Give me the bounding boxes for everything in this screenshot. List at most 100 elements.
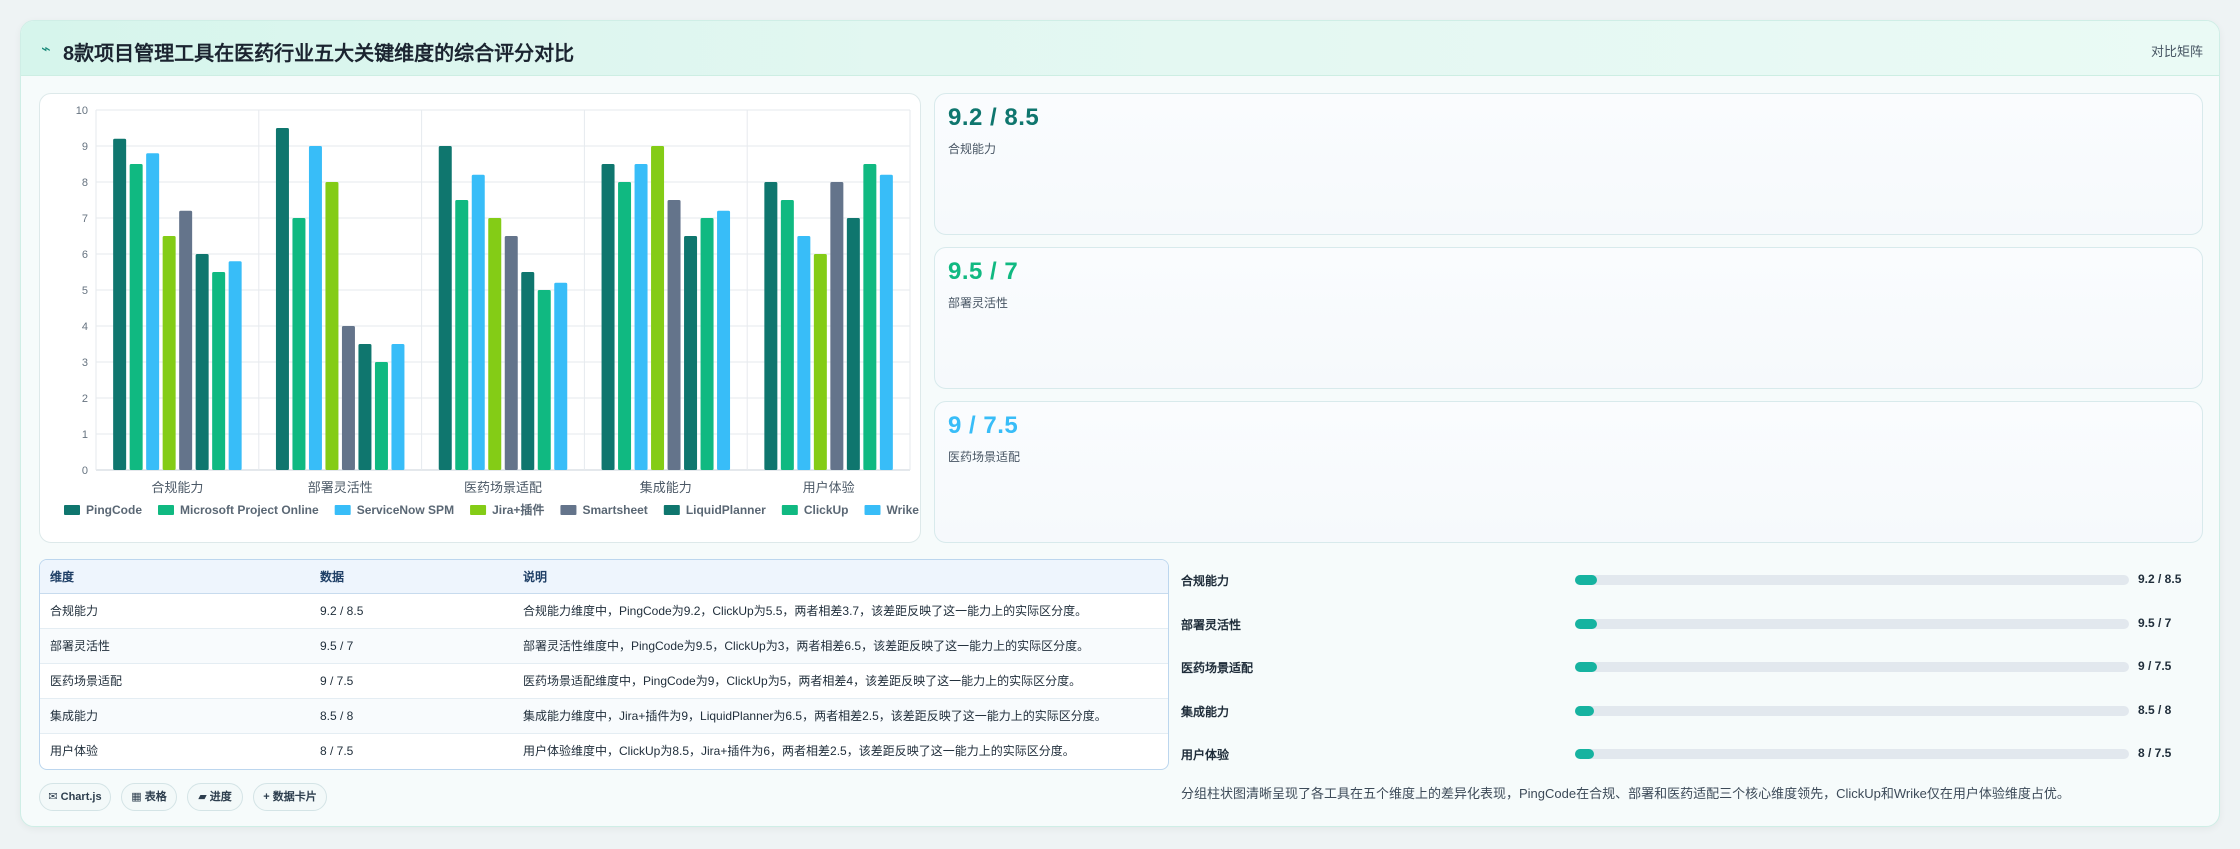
y-tick-label: 8 (82, 177, 88, 189)
bar (717, 210, 731, 471)
bar (275, 128, 289, 470)
y-tick-label: 9 (82, 141, 88, 153)
table-cell: 医药场景适配维度中，PingCode为9，ClickUp为5，两者相差4，该差距… (513, 663, 1168, 699)
progress-value: 9.5 / 7 (2138, 616, 2172, 630)
table-row: 部署灵活性 9.5 / 7 部署灵活性维度中，PingCode为9.5，Clic… (40, 628, 1168, 664)
table-cell: 集成能力维度中，Jira+插件为9，LiquidPlanner为6.5，两者相差… (513, 698, 1168, 734)
bar (521, 272, 535, 470)
progress-track (1575, 575, 2129, 585)
table-header-row: 维度 数据 说明 (40, 560, 1168, 594)
tag-chartjs[interactable]: ✉ Chart.js (39, 783, 111, 811)
bar (537, 290, 551, 470)
progress-track (1575, 749, 2129, 759)
table-cell: 合规能力 (40, 593, 310, 629)
kpi-value: 9.5 / 7 (948, 258, 1019, 285)
bar (651, 146, 665, 470)
kpi-value: 9 / 7.5 (948, 412, 1019, 439)
legend-label: PingCode (86, 503, 142, 517)
legend-label: LiquidPlanner (686, 503, 766, 517)
legend-swatch (158, 505, 174, 515)
table-cell: 8.5 / 8 (310, 698, 513, 734)
bar (667, 200, 681, 470)
progress-value: 9.2 / 8.5 (2138, 572, 2182, 586)
bar (374, 362, 388, 470)
y-tick-label: 7 (82, 213, 88, 225)
progress-value: 9 / 7.5 (2138, 659, 2172, 673)
table-row: 医药场景适配 9 / 7.5 医药场景适配维度中，PingCode为9，Clic… (40, 663, 1168, 699)
bar (684, 236, 698, 470)
tag-progress[interactable]: ▰ 进度 (187, 783, 243, 811)
table-cell: 9 / 7.5 (310, 663, 513, 699)
bar (292, 218, 306, 470)
kpi-card-pharma-fit: 9 / 7.5 医药场景适配 (934, 401, 2203, 543)
card-header: ⌁ 8款项目管理工具在医药行业五大关键维度的综合评分对比 对比矩阵 (21, 21, 2219, 76)
bar (504, 236, 518, 470)
summary-text: 分组柱状图清晰呈现了各工具在五个维度上的差异化表现，PingCode在合规、部署… (1181, 786, 2070, 801)
bar (228, 261, 242, 470)
bar (797, 236, 811, 470)
bar (471, 174, 485, 471)
table-cell: 部署灵活性 (40, 628, 310, 664)
column-header: 数据 (310, 560, 513, 594)
legend-swatch (334, 505, 351, 515)
x-tick-label: 医药场景适配 (464, 480, 542, 495)
legend-label: Jira+插件 (492, 502, 544, 517)
x-tick-label: 集成能力 (640, 480, 692, 495)
x-tick-label: 合规能力 (151, 480, 203, 495)
table-row: 合规能力 9.2 / 8.5 合规能力维度中，PingCode为9.2，Clic… (40, 593, 1168, 629)
bar (308, 146, 322, 470)
bar (846, 218, 860, 470)
progress-label: 医药场景适配 (1181, 661, 1254, 675)
legend-swatch (560, 505, 577, 515)
data-table: 维度 数据 说明 合规能力 9.2 / 8.5 合规能力维度中，PingCode… (39, 559, 1169, 770)
progress-value: 8 / 7.5 (2138, 746, 2172, 760)
legend-swatch (470, 505, 487, 515)
bar (601, 164, 615, 470)
y-tick-label: 0 (82, 465, 88, 477)
chart-icon: ⌁ (41, 41, 51, 58)
table-cell: 9.2 / 8.5 (310, 593, 513, 629)
bar (455, 200, 469, 470)
bar (700, 218, 714, 470)
bar (113, 138, 127, 471)
bar-chart-panel: 0 1 2 3 4 5 6 7 8 9 10 合规能力 部署灵活性 医药场景适配 集成能力 用户体验 PingC… (39, 93, 921, 543)
legend-swatch (64, 505, 80, 515)
bar (813, 254, 827, 470)
bar (358, 344, 372, 470)
bar (554, 282, 568, 470)
legend-label: ServiceNow SPM (357, 503, 454, 517)
progress-fill (1575, 619, 1598, 629)
table-cell: 8 / 7.5 (320, 743, 354, 758)
x-tick-label: 部署灵活性 (308, 480, 373, 495)
progress-value: 8.5 / 8 (2138, 703, 2172, 717)
page-title: 8款项目管理工具在医药行业五大关键维度的综合评分对比 (63, 43, 575, 65)
bar (146, 153, 160, 470)
progress-row-pharma-fit: 医药场景适配 9 / 7.5 (1181, 656, 2219, 676)
progress-fill (1575, 575, 1598, 585)
table-cell: 用户体验维度中，ClickUp为8.5，Jira+插件为6，两者相差2.5，该差… (523, 744, 1075, 759)
bar-chart: 0 1 2 3 4 5 6 7 8 9 10 合规能力 部署灵活性 医药场景适配 集成能力 用户体验 PingC… (64, 105, 920, 517)
y-tick-label: 5 (82, 285, 88, 297)
tag-table[interactable]: ▦ 表格 (121, 783, 177, 811)
bar (879, 174, 893, 471)
y-tick-label: 2 (82, 393, 88, 405)
legend-label: ClickUp (804, 503, 849, 517)
table-row: 集成能力 8.5 / 8 集成能力维度中，Jira+插件为9，LiquidPla… (40, 698, 1168, 734)
comparison-card: ⌁ 8款项目管理工具在医药行业五大关键维度的综合评分对比 对比矩阵 0 1 2 3 4 5… (20, 20, 2220, 827)
y-tick-label: 3 (82, 357, 88, 369)
progress-label: 集成能力 (1181, 705, 1230, 719)
tag-data-card[interactable]: + 数据卡片 (253, 783, 327, 811)
bar (195, 254, 209, 470)
bar (863, 164, 877, 470)
bar (179, 210, 193, 471)
table-cell: 集成能力 (40, 698, 310, 734)
progress-label: 部署灵活性 (1181, 618, 1242, 632)
legend-label: Wrike (887, 503, 920, 517)
table-cell: 9.5 / 7 (310, 628, 513, 664)
y-tick-label: 10 (76, 105, 88, 117)
bar (325, 182, 339, 470)
y-tick-label: 4 (82, 321, 88, 333)
legend-label: Microsoft Project Online (180, 503, 319, 517)
x-tick-label: 用户体验 (803, 480, 855, 495)
table-cell: 部署灵活性维度中，PingCode为9.5，ClickUp为3，两者相差6.5，… (513, 628, 1168, 664)
